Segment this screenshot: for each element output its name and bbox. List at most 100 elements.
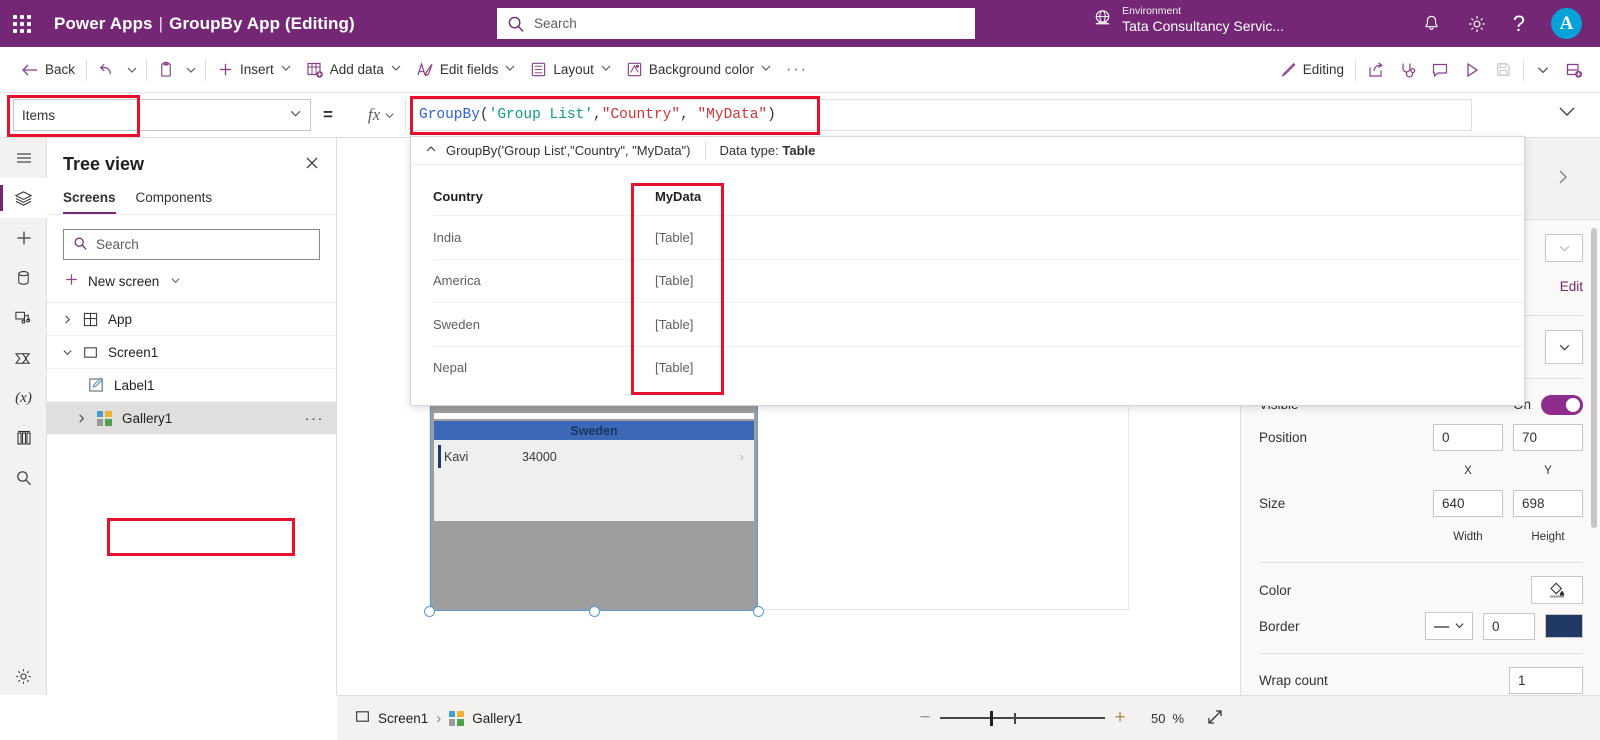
hamburger-menu-icon[interactable] — [0, 138, 47, 178]
chevron-down-icon[interactable] — [55, 347, 79, 358]
layout-button[interactable]: Layout — [523, 54, 619, 86]
back-button[interactable]: Back — [14, 54, 82, 86]
fill-bucket-icon[interactable] — [1531, 576, 1583, 604]
editing-mode-button[interactable]: Editing — [1273, 54, 1351, 86]
insert-button[interactable]: Insert — [210, 54, 299, 86]
border-color-swatch[interactable] — [1545, 614, 1583, 638]
chevron-right-icon[interactable]: › — [740, 449, 744, 464]
sidebar-item-tree-view[interactable] — [0, 178, 47, 218]
size-width-input[interactable]: 640 — [1433, 490, 1503, 517]
close-x-icon[interactable] — [304, 155, 320, 174]
wrap-count-input[interactable]: 1 — [1509, 667, 1583, 694]
table-row[interactable]: Nepal [Table] — [433, 346, 1524, 390]
save-button[interactable] — [1488, 54, 1519, 86]
chevron-down-icon — [504, 62, 516, 77]
gallery-row[interactable]: Kavi 34000 › — [434, 443, 754, 470]
border-style-dropdown[interactable] — [1425, 612, 1473, 640]
zoom-out-button[interactable]: − — [910, 707, 940, 729]
tree-node-screen1[interactable]: Screen1 — [47, 336, 336, 369]
chevron-down-icon — [390, 62, 402, 77]
preview-button[interactable] — [1456, 54, 1488, 86]
gallery-group[interactable]: Sweden Kavi 34000 › — [434, 421, 754, 521]
clipboard-icon — [158, 61, 174, 78]
background-color-button[interactable]: Background color — [619, 54, 779, 86]
properties-scrollbar[interactable] — [1591, 228, 1597, 528]
property-select-dropdown[interactable] — [1545, 330, 1583, 364]
breadcrumb-screen1[interactable]: Screen1 — [347, 709, 436, 727]
formula-input[interactable]: GroupBy('Group List',"Country", "MyData"… — [410, 99, 1472, 131]
comments-button[interactable] — [1424, 54, 1456, 86]
table-row[interactable]: India [Table] — [433, 215, 1524, 259]
sidebar-item-insert[interactable] — [0, 218, 47, 258]
question-mark-icon[interactable]: ? — [1513, 11, 1525, 37]
resize-handle-bottom-center[interactable] — [589, 606, 600, 617]
background-color-label: Background color — [649, 62, 754, 77]
tab-components[interactable]: Components — [136, 185, 213, 214]
column-header-mydata: MyData — [655, 189, 765, 204]
flyout-expression-toggle[interactable]: GroupBy('Group List',"Country", "MyData"… — [411, 137, 705, 165]
breadcrumb-gallery1[interactable]: Gallery1 — [441, 711, 530, 726]
zoom-controls: − + 50 % — [910, 707, 1224, 729]
save-options-dropdown[interactable] — [1528, 54, 1558, 86]
tab-screens[interactable]: Screens — [63, 185, 116, 214]
row-amount: 34000 — [522, 450, 557, 464]
size-captions: Width Height — [1259, 520, 1583, 553]
chevron-right-icon[interactable] — [69, 413, 93, 424]
environment-selector[interactable]: Environment Tata Consultancy Servic... — [1092, 5, 1284, 35]
fx-button[interactable]: fx — [358, 99, 406, 131]
zoom-slider[interactable] — [940, 709, 1105, 727]
resize-handle-bottom-left[interactable] — [424, 606, 435, 617]
sidebar-item-search[interactable] — [0, 458, 47, 498]
tree-node-label: Screen1 — [108, 345, 158, 360]
formula-expand-button[interactable] — [1556, 100, 1578, 125]
position-y-input[interactable]: 70 — [1513, 424, 1583, 451]
sidebar-item-power-automate[interactable] — [0, 338, 47, 378]
position-x-input[interactable]: 0 — [1433, 424, 1503, 451]
table-row[interactable]: America [Table] — [433, 259, 1524, 303]
edit-link[interactable]: Edit — [1560, 279, 1583, 294]
sidebar-item-media[interactable] — [0, 298, 47, 338]
sidebar-item-variables[interactable]: (x) — [0, 378, 47, 418]
border-thickness-input[interactable]: 0 — [1483, 613, 1535, 640]
share-button[interactable] — [1360, 54, 1392, 86]
property-dropdown-button[interactable] — [1545, 234, 1583, 262]
paste-dropdown[interactable] — [181, 54, 201, 86]
sidebar-item-app-checker[interactable] — [0, 418, 47, 458]
tree-node-app[interactable]: App — [47, 303, 336, 336]
publish-button[interactable] — [1558, 54, 1590, 86]
fit-to-screen-icon[interactable] — [1206, 708, 1224, 729]
add-data-button[interactable]: Add data — [299, 54, 409, 86]
size-height-caption: Height — [1513, 531, 1583, 543]
avatar[interactable]: A — [1551, 8, 1582, 39]
gear-icon[interactable] — [1467, 14, 1487, 34]
tree-node-gallery1[interactable]: Gallery1 ··· — [47, 402, 336, 435]
sidebar-item-data[interactable] — [0, 258, 47, 298]
tree-node-label1[interactable]: Label1 — [47, 369, 336, 402]
ribbon-overflow-button[interactable]: ··· — [779, 54, 815, 86]
size-height-input[interactable]: 698 — [1513, 490, 1583, 517]
new-screen-button[interactable]: New screen — [47, 260, 336, 302]
app-checker-button[interactable] — [1392, 54, 1424, 86]
property-selector[interactable]: Items — [13, 99, 311, 131]
chevron-down-icon — [1536, 63, 1550, 77]
zoom-in-button[interactable]: + — [1105, 707, 1135, 729]
resize-handle-bottom-right[interactable] — [753, 606, 764, 617]
screen-icon — [355, 709, 370, 727]
undo-button[interactable] — [91, 54, 122, 86]
table-row[interactable]: Sweden [Table] — [433, 302, 1524, 346]
chevron-right-icon[interactable] — [55, 314, 79, 325]
visible-toggle[interactable] — [1541, 395, 1583, 415]
bell-icon[interactable] — [1422, 14, 1441, 33]
waffle-grid-icon[interactable] — [0, 15, 44, 33]
gallery-group-gap — [434, 413, 754, 419]
undo-dropdown[interactable] — [122, 54, 142, 86]
properties-panel-collapse-button[interactable] — [1525, 138, 1600, 220]
ribbon-right-actions: Editing — [1273, 54, 1590, 86]
paste-button[interactable] — [151, 54, 181, 86]
settings-gear-icon[interactable] — [0, 656, 47, 696]
tree-search-input[interactable]: Search — [63, 229, 320, 260]
tree-node-label: Gallery1 — [122, 411, 172, 426]
search-input[interactable]: Search — [497, 8, 975, 39]
edit-fields-button[interactable]: Edit fields — [409, 54, 524, 86]
tree-node-overflow-button[interactable]: ··· — [305, 410, 325, 427]
